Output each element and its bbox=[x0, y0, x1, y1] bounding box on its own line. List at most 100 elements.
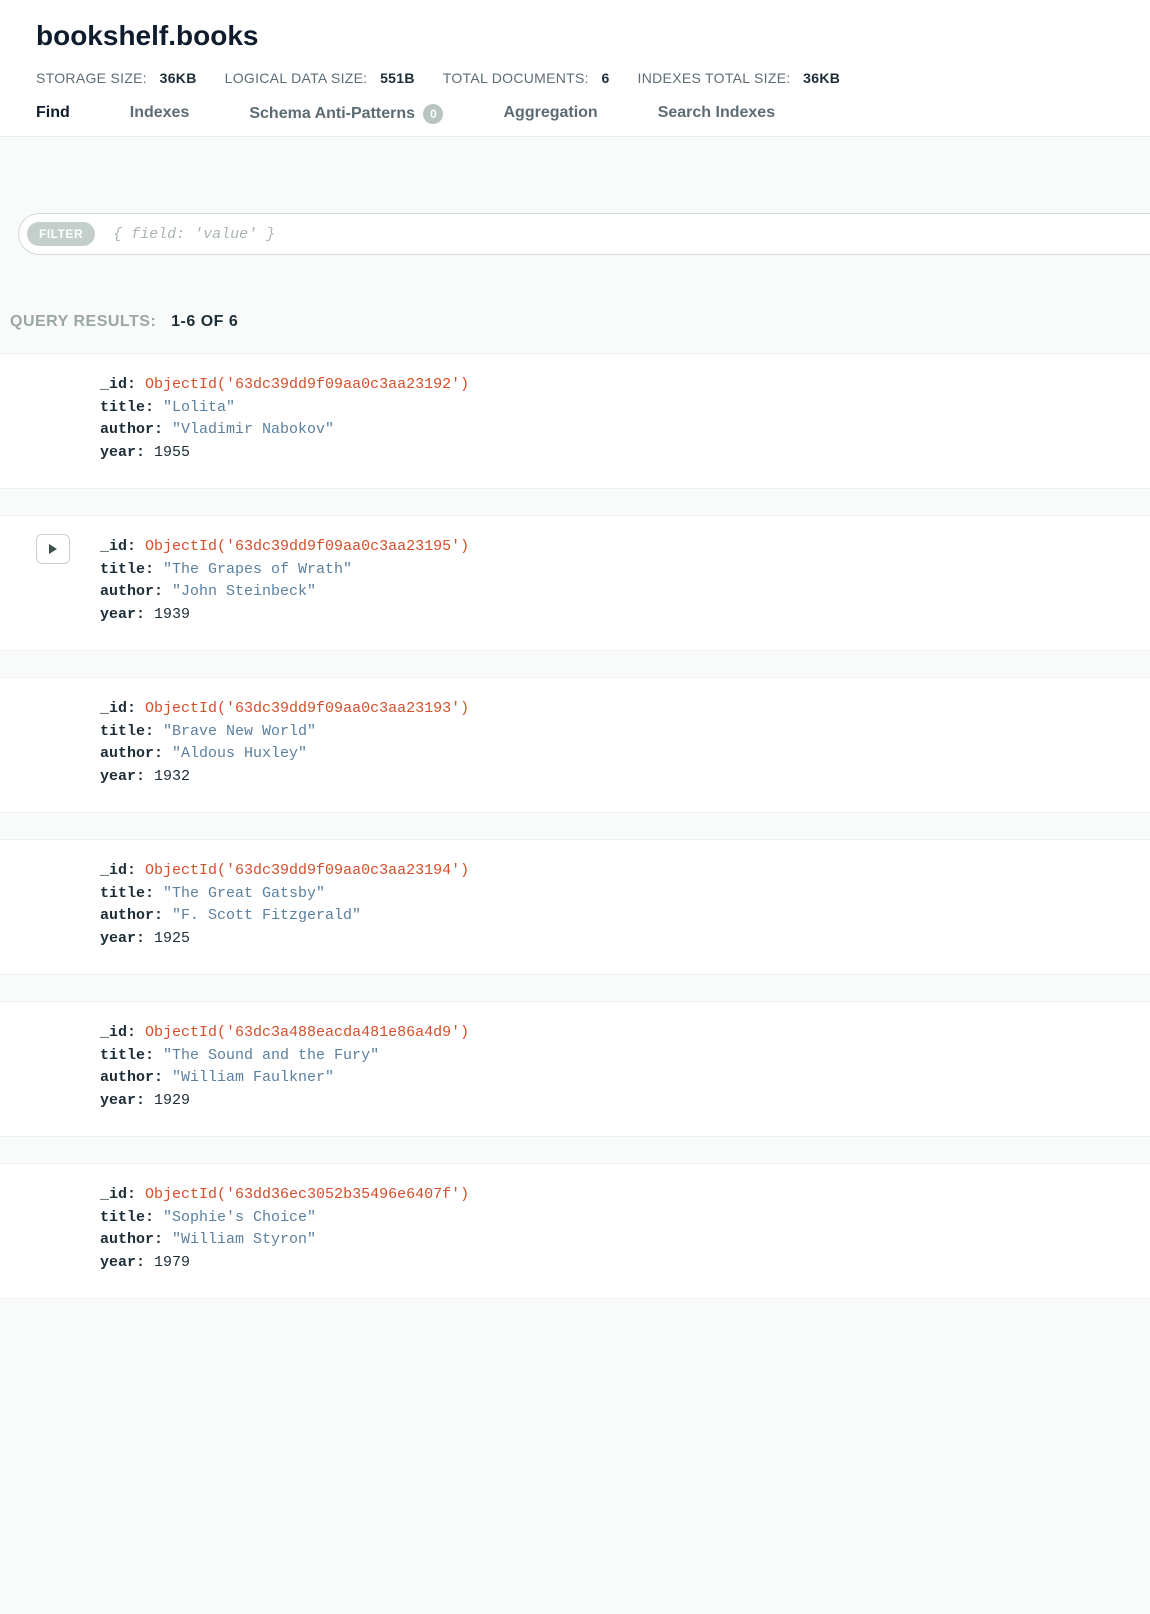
document-row[interactable]: _id: ObjectId('63dc39dd9f09aa0c3aa23194'… bbox=[0, 839, 1150, 975]
field-separator: : bbox=[154, 421, 172, 438]
stat-value: 551B bbox=[380, 70, 415, 86]
document-list: _id: ObjectId('63dc39dd9f09aa0c3aa23192'… bbox=[0, 353, 1150, 1299]
field-value: "Vladimir Nabokov" bbox=[172, 421, 334, 438]
stat-logical-size: LOGICAL DATA SIZE: 551B bbox=[225, 70, 415, 86]
field-title: title: "The Sound and the Fury" bbox=[100, 1045, 1126, 1068]
field-key: title bbox=[100, 1047, 145, 1064]
caret-right-icon bbox=[49, 544, 57, 554]
field-author: author: "William Styron" bbox=[100, 1229, 1126, 1252]
field-separator: : bbox=[136, 768, 154, 785]
field-title: title: "The Grapes of Wrath" bbox=[100, 559, 1126, 582]
field-id: _id: ObjectId('63dc3a488eacda481e86a4d9'… bbox=[100, 1022, 1126, 1045]
results-label: QUERY RESULTS: bbox=[10, 313, 156, 330]
stat-label: LOGICAL DATA SIZE: bbox=[225, 70, 368, 86]
collection-title: bookshelf.books bbox=[36, 20, 1114, 52]
field-author: author: "John Steinbeck" bbox=[100, 581, 1126, 604]
filter-input[interactable] bbox=[113, 226, 1136, 243]
field-key: title bbox=[100, 1209, 145, 1226]
filter-pill: FILTER bbox=[27, 222, 95, 246]
tab-aggregation[interactable]: Aggregation bbox=[503, 104, 597, 136]
field-author: author: "William Faulkner" bbox=[100, 1067, 1126, 1090]
field-key: _id bbox=[100, 376, 127, 393]
document-row[interactable]: _id: ObjectId('63dc39dd9f09aa0c3aa23192'… bbox=[0, 353, 1150, 489]
field-author: author: "Aldous Huxley" bbox=[100, 743, 1126, 766]
field-value: "William Styron" bbox=[172, 1231, 316, 1248]
document-row[interactable]: _id: ObjectId('63dd36ec3052b35496e6407f'… bbox=[0, 1163, 1150, 1299]
field-value: "The Great Gatsby" bbox=[163, 885, 325, 902]
stat-indexes-size: INDEXES TOTAL SIZE: 36KB bbox=[638, 70, 841, 86]
expand-document-button[interactable] bbox=[36, 534, 70, 564]
field-value: "F. Scott Fitzgerald" bbox=[172, 907, 361, 924]
field-value: ObjectId('63dc39dd9f09aa0c3aa23195') bbox=[145, 538, 469, 555]
field-key: year bbox=[100, 444, 136, 461]
stat-label: TOTAL DOCUMENTS: bbox=[443, 70, 589, 86]
field-id: _id: ObjectId('63dd36ec3052b35496e6407f'… bbox=[100, 1184, 1126, 1207]
field-separator: : bbox=[136, 444, 154, 461]
field-key: year bbox=[100, 1092, 136, 1109]
field-key: author bbox=[100, 583, 154, 600]
field-key: year bbox=[100, 768, 136, 785]
tab-label: Schema Anti-Patterns bbox=[249, 105, 415, 122]
field-separator: : bbox=[154, 1069, 172, 1086]
field-separator: : bbox=[154, 907, 172, 924]
field-value: "The Sound and the Fury" bbox=[163, 1047, 379, 1064]
document-row[interactable]: _id: ObjectId('63dc39dd9f09aa0c3aa23193'… bbox=[0, 677, 1150, 813]
tab-indexes[interactable]: Indexes bbox=[130, 104, 190, 136]
stat-storage-size: STORAGE SIZE: 36KB bbox=[36, 70, 197, 86]
workspace: FILTER QUERY RESULTS: 1-6 OF 6 _id: Obje… bbox=[0, 136, 1150, 1299]
tab-find[interactable]: Find bbox=[36, 104, 70, 136]
stat-label: INDEXES TOTAL SIZE: bbox=[638, 70, 791, 86]
field-id: _id: ObjectId('63dc39dd9f09aa0c3aa23192'… bbox=[100, 374, 1126, 397]
field-separator: : bbox=[136, 930, 154, 947]
field-id: _id: ObjectId('63dc39dd9f09aa0c3aa23195'… bbox=[100, 536, 1126, 559]
stat-value: 36KB bbox=[160, 70, 197, 86]
field-separator: : bbox=[127, 700, 145, 717]
field-value: 1979 bbox=[154, 1254, 190, 1271]
field-year: year: 1929 bbox=[100, 1090, 1126, 1113]
field-separator: : bbox=[136, 1092, 154, 1109]
field-key: author bbox=[100, 1231, 154, 1248]
stats-row: STORAGE SIZE: 36KB LOGICAL DATA SIZE: 55… bbox=[36, 70, 1114, 86]
field-separator: : bbox=[127, 538, 145, 555]
document-row[interactable]: _id: ObjectId('63dc3a488eacda481e86a4d9'… bbox=[0, 1001, 1150, 1137]
field-key: author bbox=[100, 1069, 154, 1086]
field-separator: : bbox=[154, 1231, 172, 1248]
field-value: "Lolita" bbox=[163, 399, 235, 416]
tab-schema-antipatterns[interactable]: Schema Anti-Patterns 0 bbox=[249, 104, 443, 136]
field-key: author bbox=[100, 745, 154, 762]
tab-search-indexes[interactable]: Search Indexes bbox=[658, 104, 775, 136]
field-id: _id: ObjectId('63dc39dd9f09aa0c3aa23193'… bbox=[100, 698, 1126, 721]
field-separator: : bbox=[127, 376, 145, 393]
stat-label: STORAGE SIZE: bbox=[36, 70, 147, 86]
field-key: title bbox=[100, 723, 145, 740]
stat-total-documents: TOTAL DOCUMENTS: 6 bbox=[443, 70, 610, 86]
field-value: ObjectId('63dc39dd9f09aa0c3aa23194') bbox=[145, 862, 469, 879]
field-year: year: 1979 bbox=[100, 1252, 1126, 1275]
field-title: title: "Sophie's Choice" bbox=[100, 1207, 1126, 1230]
field-value: "Sophie's Choice" bbox=[163, 1209, 316, 1226]
header: bookshelf.books STORAGE SIZE: 36KB LOGIC… bbox=[0, 0, 1150, 136]
field-separator: : bbox=[145, 1209, 163, 1226]
field-key: title bbox=[100, 399, 145, 416]
field-value: "The Grapes of Wrath" bbox=[163, 561, 352, 578]
tabs: Find Indexes Schema Anti-Patterns 0 Aggr… bbox=[36, 104, 1114, 136]
results-header: QUERY RESULTS: 1-6 OF 6 bbox=[0, 255, 1150, 353]
field-key: _id bbox=[100, 1024, 127, 1041]
field-author: author: "Vladimir Nabokov" bbox=[100, 419, 1126, 442]
field-value: "Aldous Huxley" bbox=[172, 745, 307, 762]
field-separator: : bbox=[145, 885, 163, 902]
field-key: _id bbox=[100, 700, 127, 717]
field-key: _id bbox=[100, 1186, 127, 1203]
field-separator: : bbox=[127, 862, 145, 879]
field-separator: : bbox=[154, 745, 172, 762]
field-separator: : bbox=[127, 1186, 145, 1203]
field-value: 1925 bbox=[154, 930, 190, 947]
document-row[interactable]: _id: ObjectId('63dc39dd9f09aa0c3aa23195'… bbox=[0, 515, 1150, 651]
field-value: ObjectId('63dc39dd9f09aa0c3aa23193') bbox=[145, 700, 469, 717]
field-value: ObjectId('63dc3a488eacda481e86a4d9') bbox=[145, 1024, 469, 1041]
field-separator: : bbox=[145, 723, 163, 740]
field-key: author bbox=[100, 907, 154, 924]
field-value: ObjectId('63dc39dd9f09aa0c3aa23192') bbox=[145, 376, 469, 393]
field-title: title: "The Great Gatsby" bbox=[100, 883, 1126, 906]
field-value: "John Steinbeck" bbox=[172, 583, 316, 600]
